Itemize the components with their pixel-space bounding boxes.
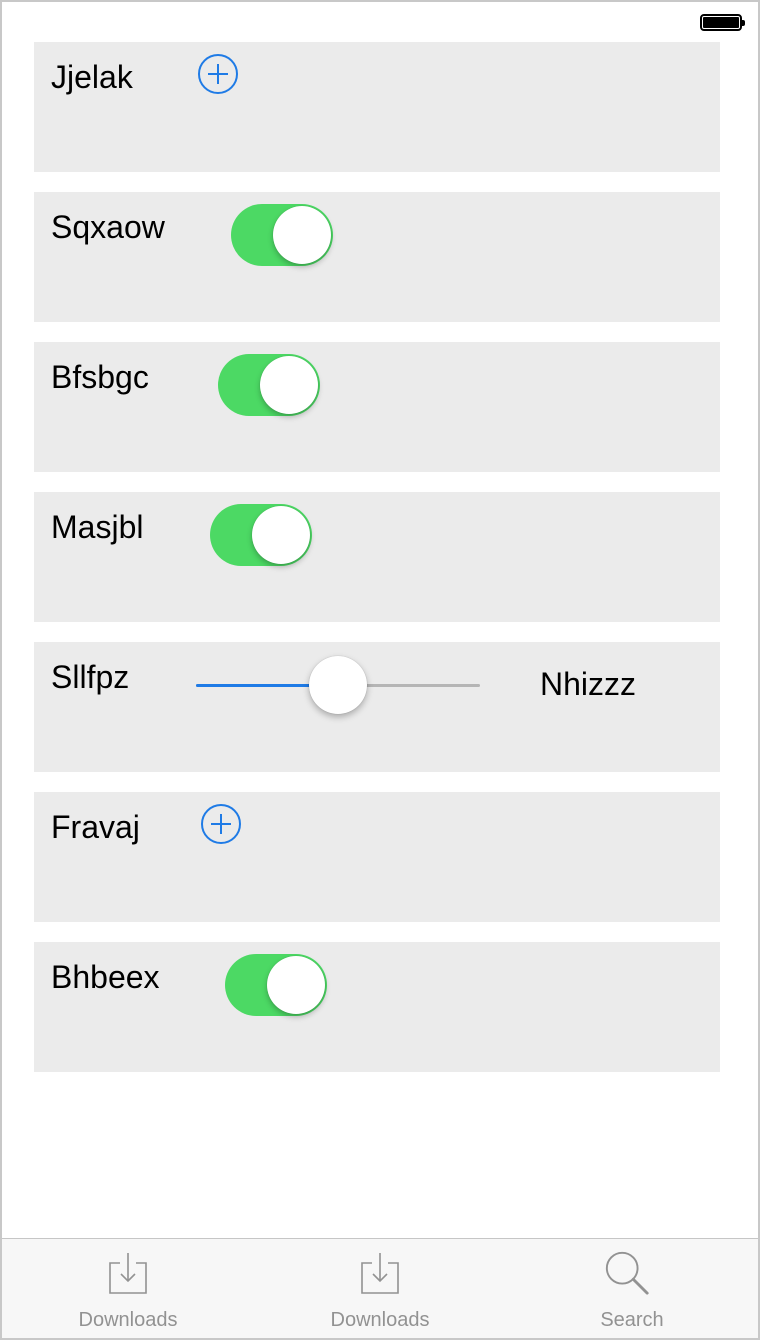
tab-bar: Downloads Downloads Search <box>2 1238 758 1338</box>
status-bar <box>2 2 758 42</box>
row-label: Sllfpz <box>51 659 130 695</box>
battery-full-icon <box>700 14 745 31</box>
settings-row-masjbl: Masjbl <box>34 492 720 622</box>
row-label: Fravaj <box>51 809 140 845</box>
settings-row-bfsbgc: Bfsbgc <box>34 342 720 472</box>
tab-label: Downloads <box>78 1309 178 1331</box>
magnifying-glass-icon <box>605 1251 649 1295</box>
settings-row-sqxaow: Sqxaow <box>34 192 720 322</box>
download-tray-icon <box>361 1253 399 1294</box>
toggle-knob <box>273 206 331 264</box>
toggle-knob <box>260 356 318 414</box>
tab-label: Downloads <box>330 1309 430 1331</box>
row-label: Jjelak <box>51 59 133 95</box>
slider-right-label: Nhizzz <box>540 666 637 702</box>
row-label: Masjbl <box>51 509 144 545</box>
sqxaow-toggle[interactable] <box>231 204 333 266</box>
plus-circle-icon[interactable] <box>201 804 241 844</box>
tab-downloads-2[interactable]: Downloads <box>254 1239 506 1338</box>
settings-row-sllfpz: Sllfpz Nhizzz <box>34 642 720 772</box>
tab-search[interactable]: Search <box>506 1239 758 1338</box>
slider-thumb[interactable] <box>309 656 367 714</box>
bfsbgc-toggle[interactable] <box>218 354 320 416</box>
phone-screen: Jjelak Sqxaow Bfsbgc Masjbl Sllfpz Nhizz… <box>0 0 760 1340</box>
tab-label: Search <box>600 1309 664 1331</box>
tab-downloads-1[interactable]: Downloads <box>2 1239 254 1338</box>
row-label: Bfsbgc <box>51 359 149 395</box>
settings-row-fravaj: Fravaj <box>34 792 720 922</box>
settings-row-jjelak: Jjelak <box>34 42 720 172</box>
masjbl-toggle[interactable] <box>210 504 312 566</box>
toggle-knob <box>252 506 310 564</box>
toggle-knob <box>267 956 325 1014</box>
row-label: Bhbeex <box>51 959 160 995</box>
sllfpz-slider[interactable] <box>196 655 480 715</box>
settings-row-bhbeex: Bhbeex <box>34 942 720 1072</box>
row-label: Sqxaow <box>51 209 165 245</box>
bhbeex-toggle[interactable] <box>225 954 327 1016</box>
plus-circle-icon[interactable] <box>198 54 238 94</box>
download-tray-icon <box>109 1253 147 1294</box>
